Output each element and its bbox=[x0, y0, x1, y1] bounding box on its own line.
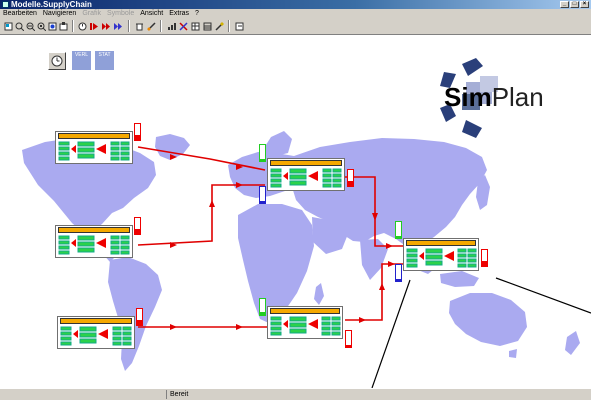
page-icon[interactable] bbox=[3, 21, 13, 31]
status-divider bbox=[166, 390, 167, 399]
stock-indicator bbox=[134, 217, 141, 235]
status-bar: Bereit bbox=[0, 388, 591, 400]
process-icon bbox=[58, 141, 130, 161]
process-icon bbox=[406, 248, 477, 268]
demand-indicator bbox=[259, 186, 266, 204]
stock-indicator bbox=[345, 330, 352, 348]
callout-line bbox=[371, 279, 411, 388]
fast-forward-icon[interactable] bbox=[113, 21, 123, 31]
menu-symbole[interactable]: Symbole bbox=[107, 9, 134, 18]
toolbar-separator bbox=[128, 20, 130, 32]
toolbar-separator bbox=[228, 20, 230, 32]
logo-text-plan: Plan bbox=[491, 82, 544, 112]
node-box bbox=[55, 131, 133, 164]
route-arrow bbox=[386, 243, 393, 249]
pointer-icon[interactable] bbox=[47, 21, 57, 31]
logo-text-sim: Sim bbox=[444, 82, 492, 112]
app-icon bbox=[2, 1, 9, 8]
step-icon[interactable] bbox=[101, 21, 111, 31]
zoom-in-icon[interactable] bbox=[14, 21, 24, 31]
callout-line bbox=[495, 277, 591, 314]
toolbar-separator bbox=[160, 20, 162, 32]
zoom-out-icon[interactable] bbox=[25, 21, 35, 31]
stat-button[interactable]: STAT bbox=[95, 51, 114, 70]
route-arrow bbox=[170, 324, 177, 330]
stock-indicator bbox=[347, 169, 354, 187]
stat-label: STAT bbox=[98, 52, 111, 58]
route-arrow bbox=[236, 324, 243, 330]
supply-indicator bbox=[395, 221, 402, 239]
supply-indicator bbox=[259, 144, 266, 162]
clock-button[interactable] bbox=[48, 52, 66, 70]
toolbar-separator bbox=[72, 20, 74, 32]
chart-icon[interactable] bbox=[166, 21, 176, 31]
clock-icon bbox=[51, 55, 63, 67]
close-button[interactable]: × bbox=[580, 1, 589, 8]
verl-button[interactable]: VERL bbox=[72, 51, 91, 70]
model-icon[interactable] bbox=[58, 21, 68, 31]
process-icon bbox=[270, 316, 341, 336]
menu-extras[interactable]: Extras bbox=[169, 9, 189, 18]
node-box bbox=[57, 316, 135, 349]
node-box bbox=[403, 238, 479, 271]
model-canvas[interactable]: VERL STAT SimPlan bbox=[0, 35, 591, 388]
demand-indicator bbox=[395, 264, 402, 282]
toolbar bbox=[0, 18, 591, 35]
stock-indicator bbox=[136, 308, 143, 326]
route-arrow bbox=[209, 200, 215, 207]
wand-icon[interactable] bbox=[214, 21, 224, 31]
route-na-eu bbox=[137, 146, 266, 171]
menu-grafik[interactable]: Grafik bbox=[82, 9, 101, 18]
process-icon bbox=[58, 235, 130, 255]
settings-icon[interactable] bbox=[202, 21, 212, 31]
node-box bbox=[267, 306, 343, 339]
info-icon[interactable] bbox=[234, 21, 244, 31]
node-box bbox=[55, 225, 133, 258]
menu-ansicht[interactable]: Ansicht bbox=[140, 9, 163, 18]
verl-label: VERL bbox=[74, 52, 89, 58]
menu-navigieren[interactable]: Navigieren bbox=[43, 9, 76, 18]
simplan-wordmark: SimPlan bbox=[444, 82, 544, 112]
route-arrow bbox=[170, 154, 177, 160]
timer-icon[interactable] bbox=[77, 21, 87, 31]
window-title: Modelle.SupplyChain bbox=[11, 0, 92, 9]
delete-icon[interactable] bbox=[134, 21, 144, 31]
menu-bar: Bearbeiten Navigieren Grafik Symbole Ans… bbox=[0, 9, 591, 18]
stock-indicator bbox=[134, 123, 141, 141]
route-arrow bbox=[236, 182, 243, 188]
title-bar: Modelle.SupplyChain _ □ × bbox=[0, 0, 591, 9]
process-icon bbox=[60, 326, 132, 346]
zoom-fit-icon[interactable] bbox=[36, 21, 46, 31]
route-arrow bbox=[388, 261, 395, 267]
route-na2-eu bbox=[137, 184, 265, 246]
brush-icon[interactable] bbox=[146, 21, 156, 31]
process-icon bbox=[270, 168, 342, 188]
route-arrow bbox=[359, 317, 366, 323]
route-arrow bbox=[379, 283, 385, 290]
minimize-button[interactable]: _ bbox=[560, 1, 569, 8]
tools-icon[interactable] bbox=[178, 21, 188, 31]
stock-indicator bbox=[481, 249, 488, 267]
menu-help[interactable]: ? bbox=[195, 9, 199, 18]
route-arrow bbox=[372, 213, 378, 221]
play-icon[interactable] bbox=[89, 21, 99, 31]
table-icon[interactable] bbox=[190, 21, 200, 31]
maximize-button[interactable]: □ bbox=[570, 1, 579, 8]
node-box bbox=[267, 158, 345, 191]
menu-bearbeiten[interactable]: Bearbeiten bbox=[3, 9, 37, 18]
supply-indicator bbox=[259, 298, 266, 316]
status-text: Bereit bbox=[170, 391, 189, 398]
